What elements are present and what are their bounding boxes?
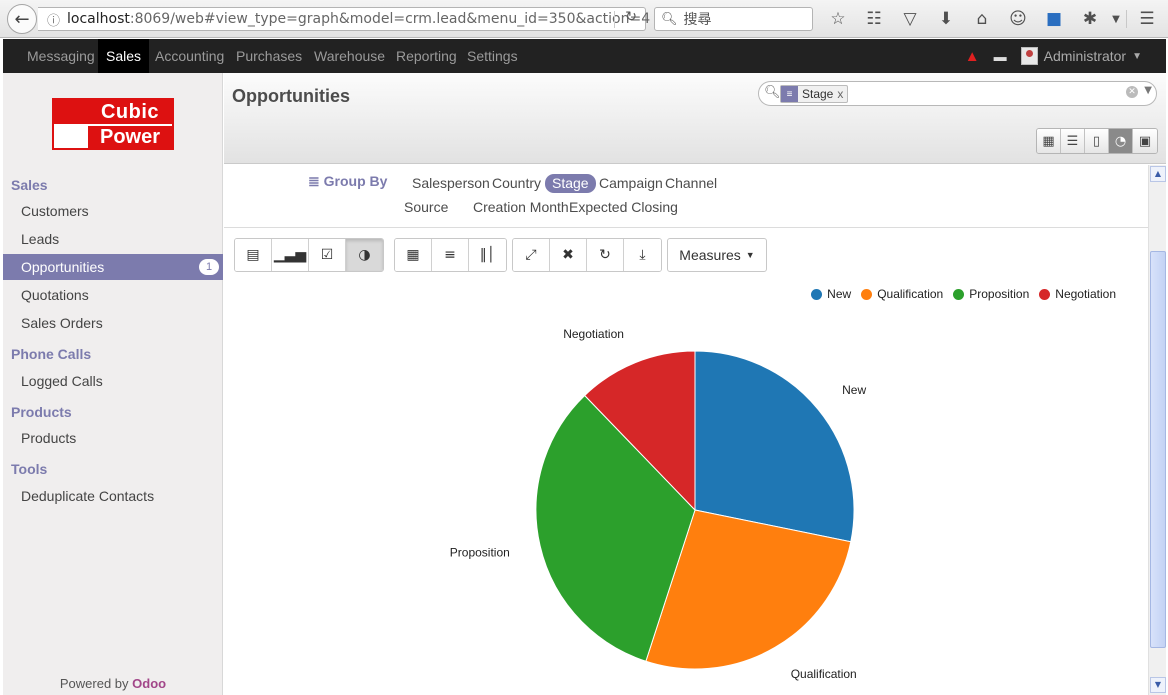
user-name[interactable]: Administrator [1044,48,1126,64]
pocket-icon[interactable]: ▽ [892,9,928,29]
graph-view: ≣ Group By Salesperson Country Stage Cam… [224,165,1148,695]
sidebar-item-deduplicate-contacts[interactable]: Deduplicate Contacts [3,483,223,509]
sidebar-item-label: Quotations [21,287,89,303]
chat-smile-icon[interactable]: ☺ [1000,9,1036,29]
search-facet[interactable]: ≡ Stage x [780,85,849,103]
control-panel: Opportunities 🔍︎ ≡ Stage x ✕ ▼ ▦ ☰ ▯ ◔ ▣ [224,73,1166,164]
pie-label-new: New [842,383,866,397]
calendar-view-icon[interactable]: ▣ [1133,129,1157,153]
user-caret-icon[interactable]: ▼ [1132,51,1142,62]
nav-reporting[interactable]: Reporting [388,39,465,73]
sidebar-item-label: Leads [21,231,60,247]
sidebar-item-label: Customers [21,203,89,219]
logo-line-1: Cubic [88,100,172,124]
sidebar-item-label: Logged Calls [21,373,103,389]
graph-view-icon[interactable]: ◔ [1109,129,1133,153]
url-path: :8069/web#view_type=graph&model=crm.lead… [129,11,651,27]
logo-red-block [54,100,88,124]
sidebar-item-leads[interactable]: Leads [3,226,223,252]
address-bar[interactable]: ⓘ localhost:8069/web#view_type=graph&mod… [38,7,650,31]
avatar[interactable] [1020,47,1038,65]
kanban-view-icon[interactable]: ▦ [1037,129,1061,153]
logo-line-2: Power [88,126,172,148]
url-divider [614,11,615,28]
list-view-icon[interactable]: ☰ [1061,129,1085,153]
pie-slice-new[interactable] [694,350,855,543]
odoo-link[interactable]: Odoo [132,676,166,691]
search-icon[interactable]: 🔍︎ [764,85,781,100]
browser-toolbar: ← ⓘ localhost:8069/web#view_type=graph&m… [0,0,1168,38]
logo-white-block [54,126,88,148]
form-view-icon[interactable]: ▯ [1085,129,1109,153]
company-logo: Cubic Power [52,98,174,150]
nav-messaging[interactable]: Messaging [19,39,103,73]
sidebar-item-label: Opportunities [21,259,105,275]
search-options-chevron-icon[interactable]: ▼ [1144,85,1152,96]
sidebar-item-label: Sales Orders [21,315,103,331]
reading-list-icon[interactable]: ☷ [856,9,892,29]
section-products: Products [11,404,72,420]
count-badge: 1 [199,259,219,275]
pie-label-proposition: Proposition [450,546,510,560]
facet-remove-icon[interactable]: x [837,87,843,101]
addon-book-icon[interactable]: ■ [1036,9,1072,29]
browser-search-placeholder: 搜尋 [683,12,712,28]
search-input[interactable]: 🔍︎ ≡ Stage x ✕ ▼ [758,81,1157,106]
reload-icon[interactable]: ↻ [625,9,637,25]
back-arrow-icon[interactable]: ← [7,4,37,34]
addon-bug-icon[interactable]: ✱ [1072,9,1108,29]
chat-icon[interactable]: ▬ [994,49,1007,64]
page-title: Opportunities [232,86,350,106]
sidebar-item-logged-calls[interactable]: Logged Calls [3,368,223,394]
browser-actions: ☆ ☷ ▽ ⬇ ⌂ ☺ ■ ✱ ▼ ☰ [820,6,1165,32]
info-icon[interactable]: ⓘ [47,10,60,29]
scroll-down-icon[interactable]: ▼ [1150,677,1166,693]
sidebar-item-label: Products [21,430,77,446]
sidebar-item-opportunities[interactable]: Opportunities 1 [3,254,223,280]
sidebar: Cubic Power Sales Customers Leads Opport… [3,73,223,695]
warning-icon[interactable]: ▲ [965,48,980,65]
nav-settings[interactable]: Settings [459,39,526,73]
pie-label-qualification: Qualification [791,667,857,681]
group-by-icon: ≡ [781,86,798,102]
browser-search-input[interactable]: 🔍︎ 搜尋 [654,7,813,31]
pie-chart: New Qualification Proposition Negotiation [450,327,867,681]
section-phone-calls: Phone Calls [11,346,92,362]
nav-sales[interactable]: Sales [98,39,150,73]
scroll-up-icon[interactable]: ▲ [1150,166,1166,182]
section-sales: Sales [11,177,48,193]
sidebar-item-sales-orders[interactable]: Sales Orders [3,310,223,336]
scrollbar[interactable]: ▲ ▼ [1148,165,1166,695]
nav-purchases[interactable]: Purchases [228,39,310,73]
pie-label-negotiation: Negotiation [563,327,624,341]
home-icon[interactable]: ⌂ [964,9,1000,29]
powered-by: Powered by Odoo [3,676,223,691]
sidebar-item-label: Deduplicate Contacts [21,488,155,504]
clear-search-icon[interactable]: ✕ [1126,86,1138,98]
nav-warehouse[interactable]: Warehouse [306,39,393,73]
scrollbar-thumb[interactable] [1150,251,1166,648]
sidebar-item-products[interactable]: Products [3,425,223,451]
nav-accounting[interactable]: Accounting [147,39,232,73]
toolbar-divider [1126,10,1127,28]
hamburger-menu-icon[interactable]: ☰ [1129,9,1165,29]
main-navbar: Messaging Sales Accounting Purchases War… [3,39,1166,73]
sidebar-item-quotations[interactable]: Quotations [3,282,223,308]
powered-by-text: Powered by [59,676,129,691]
bookmark-star-icon[interactable]: ☆ [820,9,856,29]
user-area: ▲ ▬ Administrator ▼ [965,39,1166,73]
facet-value: Stage [802,87,834,101]
download-icon[interactable]: ⬇ [928,9,964,29]
addon-dropdown-icon[interactable]: ▼ [1108,14,1124,25]
search-icon: 🔍︎ [661,11,678,27]
section-tools: Tools [11,461,48,477]
sidebar-item-customers[interactable]: Customers [3,198,223,224]
url-host: localhost [67,11,130,27]
view-switcher: ▦ ☰ ▯ ◔ ▣ [1036,128,1158,154]
